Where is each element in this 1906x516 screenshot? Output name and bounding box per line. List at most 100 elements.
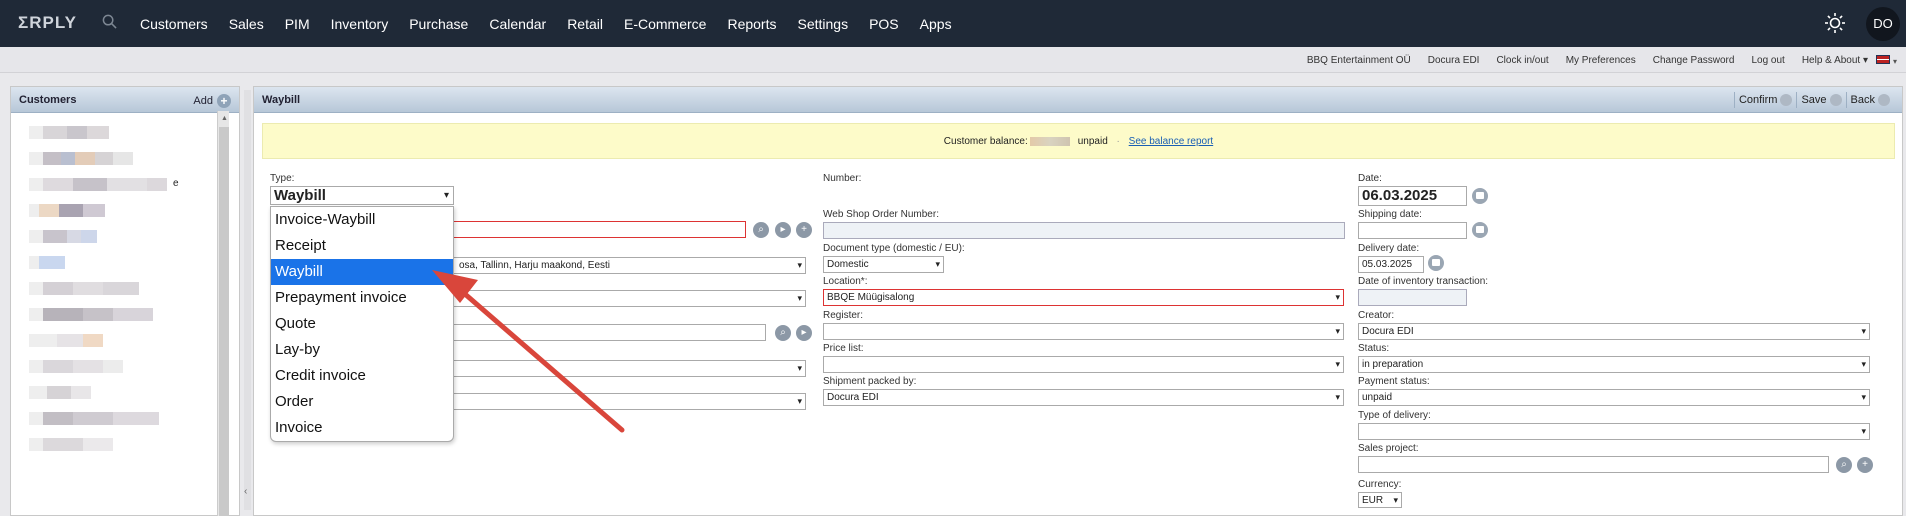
nav-settings[interactable]: Settings [797,16,848,32]
link-change-password[interactable]: Change Password [1653,55,1735,66]
panel-splitter[interactable]: ‹ [244,90,251,510]
date-field[interactable]: 06.03.2025 [1358,186,1467,206]
link-clock[interactable]: Clock in/out [1496,55,1548,66]
status-value: in preparation [1362,359,1424,370]
language-flag-icon[interactable] [1876,55,1890,64]
option-lay-by[interactable]: Lay-by [271,337,453,363]
list-item[interactable] [29,256,189,269]
option-invoice-waybill[interactable]: Invoice-Waybill [271,207,453,233]
nav-retail[interactable]: Retail [567,16,603,32]
list-item[interactable] [29,334,189,347]
customer-search-icon[interactable]: ⌕ [753,222,769,238]
delivery-calendar-icon[interactable] [1428,255,1444,271]
delivery-date-field[interactable]: 05.03.2025 [1358,256,1424,273]
list-item[interactable] [29,438,189,451]
save-button[interactable]: Save [1796,92,1845,108]
collapse-icon[interactable]: ‹ [244,486,247,497]
register-select[interactable]: ▾ [823,323,1344,340]
project-search-icon[interactable]: ⌕ [1836,457,1852,473]
balance-label: Customer balance: [943,136,1028,147]
sales-project-field[interactable] [1358,456,1829,473]
nav-sales[interactable]: Sales [229,16,264,32]
payer-next-icon[interactable]: ▸ [796,325,812,341]
list-item[interactable] [29,204,189,217]
list-item[interactable] [29,282,189,295]
customer-next-icon[interactable]: ▸ [775,222,791,238]
shipping-calendar-icon[interactable] [1472,222,1488,238]
user-avatar[interactable]: DO [1866,7,1900,41]
list-item[interactable] [29,152,189,165]
type-select[interactable]: Waybill ▾ [270,186,454,205]
link-docura[interactable]: Docura EDI [1428,55,1480,66]
type-label: Type: [270,173,295,184]
chevron-down-icon: ▾ [1861,326,1866,336]
nav-pim[interactable]: PIM [285,16,310,32]
list-item[interactable] [29,230,189,243]
nav-purchase[interactable]: Purchase [409,16,468,32]
balance-report-link[interactable]: See balance report [1129,136,1214,147]
back-button[interactable]: Back [1845,92,1894,108]
option-receipt[interactable]: Receipt [271,233,453,259]
chevron-down-icon: ▾ [443,190,449,201]
list-item[interactable] [29,126,189,139]
erply-logo[interactable]: ΣRPLY [18,13,77,33]
nav-pos[interactable]: POS [869,16,899,32]
creator-label: Creator: [1358,310,1395,321]
link-company[interactable]: BBQ Entertainment OÜ [1307,55,1411,66]
option-waybill[interactable]: Waybill [271,259,453,285]
option-quote[interactable]: Quote [271,311,453,337]
nav-inventory[interactable]: Inventory [331,16,389,32]
add-project-icon[interactable]: + [1857,457,1873,473]
chevron-down-icon[interactable]: ▾ [1893,57,1897,66]
webshop-label: Web Shop Order Number: [823,209,939,220]
chevron-down-icon: ▾ [935,259,940,269]
inventory-date-field[interactable] [1358,289,1467,306]
date-calendar-icon[interactable] [1472,188,1488,204]
add-customer-button[interactable]: Add + [193,94,231,108]
add-customer-icon[interactable]: + [796,222,812,238]
customer-list-scrollbar[interactable]: ▲ [217,111,229,516]
balance-amount-blurred [1029,136,1070,146]
scroll-up-icon[interactable]: ▲ [221,115,228,122]
list-item[interactable] [29,386,189,399]
option-order[interactable]: Order [271,389,453,415]
list-item[interactable] [29,308,189,321]
nav-ecommerce[interactable]: E-Commerce [624,16,706,32]
nav-apps[interactable]: Apps [920,16,952,32]
link-help[interactable]: Help & About ▾ [1802,55,1868,66]
search-icon[interactable] [102,14,117,29]
doctype-label: Document type (domestic / EU): [823,243,965,254]
shipping-date-field[interactable] [1358,222,1467,239]
pricelist-select[interactable]: ▾ [823,356,1344,373]
packed-by-select[interactable]: Docura EDI ▾ [823,389,1344,406]
doctype-select[interactable]: Domestic ▾ [823,256,944,273]
confirm-button[interactable]: Confirm [1733,92,1797,108]
link-preferences[interactable]: My Preferences [1566,55,1636,66]
webshop-order-field[interactable] [823,222,1345,239]
option-credit-invoice[interactable]: Credit invoice [271,363,453,389]
location-select[interactable]: BBQE Müügisalong ▾ [823,289,1344,306]
list-item[interactable] [29,412,189,425]
payment-status-select[interactable]: unpaid ▾ [1358,389,1870,406]
nav-reports[interactable]: Reports [727,16,776,32]
theme-toggle-icon[interactable] [1824,12,1846,34]
waybill-panel-header: Waybill Confirm Save Back [254,87,1902,113]
option-invoice[interactable]: Invoice [271,415,453,441]
nav-calendar[interactable]: Calendar [489,16,546,32]
chevron-down-icon: ▾ [1861,426,1866,436]
list-item[interactable] [29,360,189,373]
status-select[interactable]: in preparation ▾ [1358,356,1870,373]
list-item[interactable]: e [29,178,189,191]
customer-balance-bar: Customer balance: unpaid · See balance re… [262,123,1895,159]
scrollbar-thumb[interactable] [219,127,229,516]
delivery-type-select[interactable]: ▾ [1358,423,1870,440]
currency-select[interactable]: EUR ▾ [1358,492,1402,508]
customers-panel-header: Customers Add + [11,87,239,113]
payment-status-label: Payment status: [1358,376,1430,387]
option-prepayment-invoice[interactable]: Prepayment invoice [271,285,453,311]
payer-search-icon[interactable]: ⌕ [775,325,791,341]
nav-customers[interactable]: Customers [140,16,208,32]
creator-select[interactable]: Docura EDI ▾ [1358,323,1870,340]
link-logout[interactable]: Log out [1751,55,1784,66]
shipping-label: Shipping date: [1358,209,1422,220]
